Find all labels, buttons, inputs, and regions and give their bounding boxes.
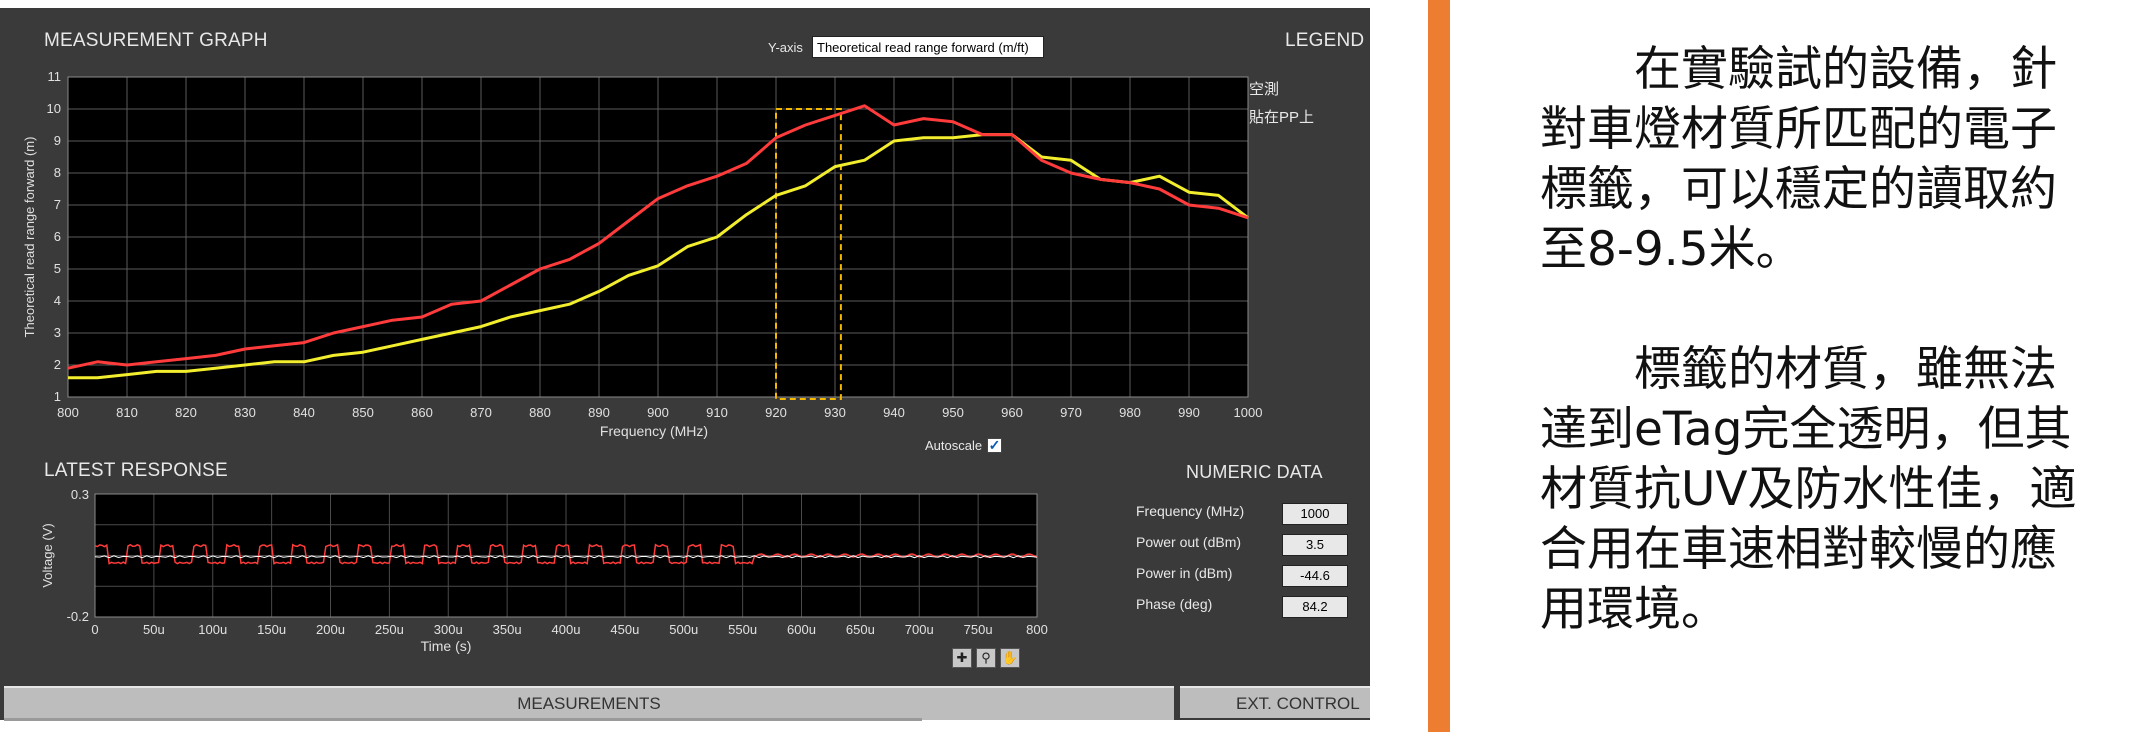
response-x-tick-label: 400u (552, 622, 581, 637)
power-in-label: Power in (dBm) (1136, 565, 1233, 581)
pan-hand-icon[interactable]: ✋ (1000, 648, 1020, 668)
frequency-value: 1000 (1282, 503, 1348, 525)
power-out-value: 3.5 (1282, 534, 1348, 556)
paragraph-1: 在實驗試的設備，針對車燈材質所匹配的電子標籤，可以穩定的讀取約至8-9.5米。 (1540, 40, 2100, 280)
response-x-tick-label: 750u (964, 622, 993, 637)
power-out-label: Power out (dBm) (1136, 534, 1242, 550)
response-x-tick-label: 250u (375, 622, 404, 637)
response-x-tick-label: 150u (257, 622, 286, 637)
response-x-tick-label: 450u (610, 622, 639, 637)
magnify-icon[interactable]: ⚲ (976, 648, 996, 668)
paragraph-1-text: 在實驗試的設備，針對車燈材質所匹配的電子標籤，可以穩定的讀取約至8-9.5米。 (1540, 42, 2057, 277)
numeric-data-title: NUMERIC DATA (1186, 462, 1323, 482)
response-y-tick-label: -0.2 (67, 609, 89, 624)
power-in-value: -44.6 (1282, 565, 1348, 587)
response-x-tick-label: 100u (198, 622, 227, 637)
paragraph-2: 標籤的材質，雖無法達到eTag完全透明，但其材質抗UV及防水性佳，適合用在車速相… (1540, 340, 2100, 640)
app-window: MEASUREMENT GRAPH Y-axis Theoretical rea… (0, 8, 1370, 721)
response-y-axis-label: Voltage (V) (40, 523, 55, 587)
phase-value: 84.2 (1282, 596, 1348, 618)
response-x-tick-label: 550u (728, 622, 757, 637)
response-y-tick-label: 0.3 (71, 487, 89, 502)
response-x-tick-label: 800 (1026, 622, 1048, 637)
response-x-tick-label: 700u (905, 622, 934, 637)
paragraph-2-text: 標籤的材質，雖無法達到eTag完全透明，但其材質抗UV及防水性佳，適合用在車速相… (1540, 342, 2077, 637)
response-x-tick-label: 300u (434, 622, 463, 637)
response-x-tick-label: 50u (143, 622, 165, 637)
response-x-tick-label: 500u (669, 622, 698, 637)
response-x-tick-label: 350u (493, 622, 522, 637)
latest-response-graph: 0 50u 100u 150u 200u 250u 300u 350u 400u 450u 500u… (40, 487, 1048, 654)
response-x-tick-label: 0 (91, 622, 98, 637)
response-x-tick-label: 200u (316, 622, 345, 637)
zoom-icon[interactable]: ✚ (952, 648, 972, 668)
response-x-tick-label: 600u (787, 622, 816, 637)
accent-bar (1428, 0, 1450, 732)
frequency-label: Frequency (MHz) (1136, 503, 1245, 519)
phase-label: Phase (deg) (1136, 596, 1213, 612)
tab-measurements[interactable]: MEASUREMENTS (4, 686, 1174, 720)
response-x-tick-label: 650u (846, 622, 875, 637)
tab-ext-control[interactable]: EXT. CONTROL (1180, 686, 1370, 718)
response-x-axis-label: Time (s) (421, 638, 472, 654)
tab-underline (4, 718, 922, 721)
